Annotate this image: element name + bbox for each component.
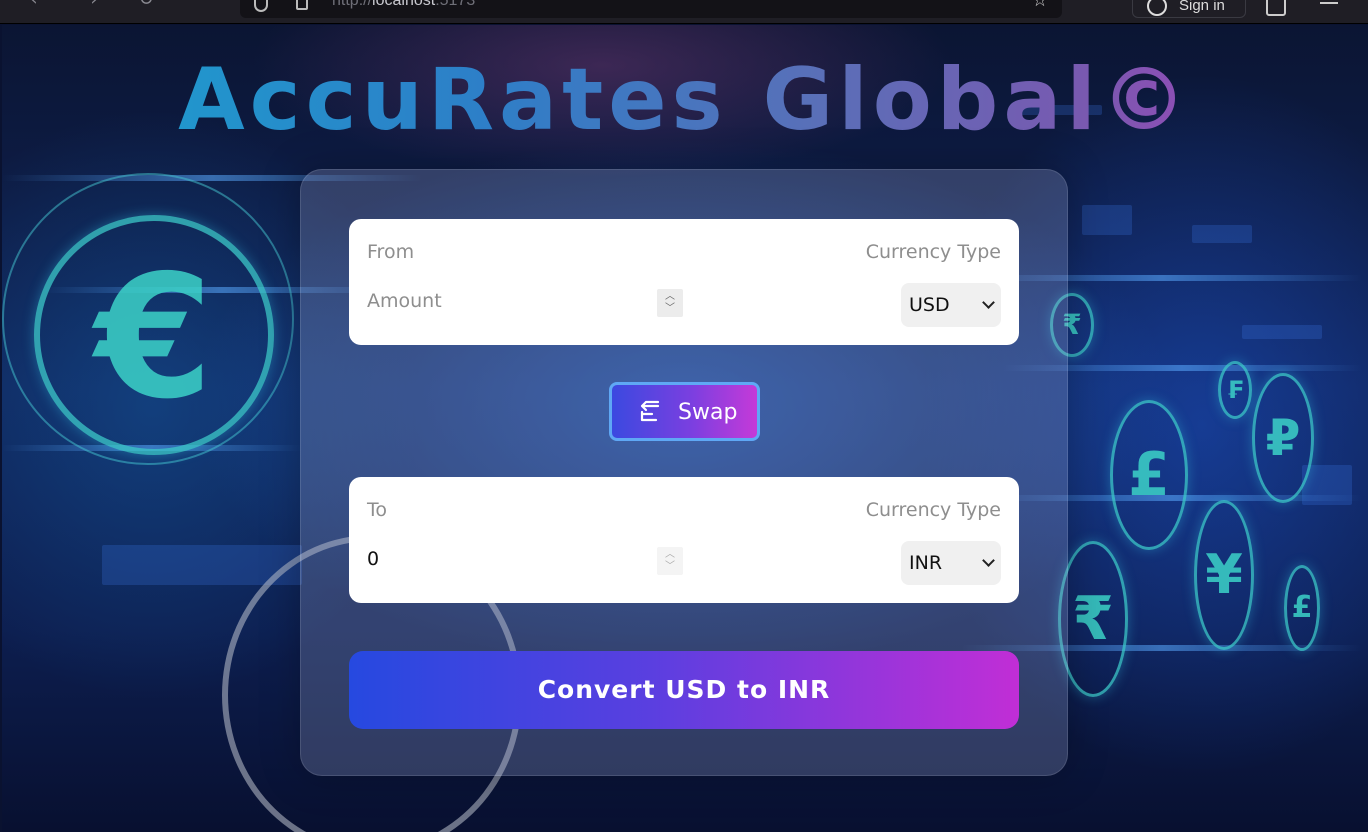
save-to-pocket-icon[interactable]: [1266, 0, 1286, 16]
deco-block: [1192, 225, 1252, 243]
from-currency-select[interactable]: USD: [901, 283, 1001, 327]
back-icon[interactable]: ‹: [24, 0, 44, 10]
deco-block: [1082, 205, 1132, 235]
to-amount-stepper[interactable]: ︿ ﹀: [657, 547, 683, 575]
tracking-shield-icon[interactable]: [254, 0, 268, 12]
chevron-down-icon: [982, 554, 995, 567]
swap-icon: [640, 400, 660, 422]
swap-button[interactable]: Swap: [609, 382, 760, 441]
bookmark-star-icon[interactable]: ☆: [1032, 0, 1048, 11]
to-currency-type-label: Currency Type: [865, 499, 1001, 521]
pound-coin-icon-small: £: [1284, 565, 1320, 651]
page-info-icon[interactable]: [296, 0, 308, 10]
app-title: AccuRates Global©: [2, 57, 1368, 143]
sign-in-button[interactable]: Sign in: [1132, 0, 1246, 18]
franc-coin-icon: ₣: [1218, 361, 1252, 419]
convert-button[interactable]: Convert USD to INR: [349, 651, 1019, 729]
from-currency-value: USD: [909, 294, 950, 316]
from-amount-stepper[interactable]: ︿ ﹀: [657, 289, 683, 317]
euro-coin-icon: €: [34, 215, 274, 455]
deco-block: [1242, 325, 1322, 339]
page-background: € ₹ ₣ ₽ £ ¥ ₹ £ AccuRates Global© From C…: [2, 25, 1368, 832]
to-currency-select[interactable]: INR: [901, 541, 1001, 585]
from-box: From Currency Type ︿﹀ USD: [349, 219, 1019, 345]
pound-coin-icon: £: [1110, 400, 1188, 550]
app-menu-icon[interactable]: [1320, 0, 1338, 4]
from-amount-input[interactable]: [367, 281, 667, 321]
yen-coin-icon: ¥: [1194, 500, 1254, 650]
reload-icon[interactable]: ↻: [136, 0, 156, 10]
converter-card: From Currency Type ︿﹀ USD Swap To Curren…: [300, 169, 1068, 776]
to-currency-value: INR: [909, 552, 943, 574]
ruble-coin-icon: ₽: [1252, 373, 1314, 503]
to-amount-input[interactable]: [367, 539, 667, 579]
rupee-coin-icon-large: ₹: [1058, 541, 1128, 697]
browser-toolbar: ‹ › ↻ http://localhost:5173 ☆ Sign in: [0, 0, 1368, 24]
swap-label: Swap: [678, 400, 738, 425]
from-currency-type-label: Currency Type: [865, 241, 1001, 263]
to-box: To Currency Type ︿﹀ INR: [349, 477, 1019, 603]
url-text: http://localhost:5173: [332, 0, 476, 9]
address-bar[interactable]: http://localhost:5173 ☆: [240, 0, 1062, 18]
to-label: To: [367, 499, 388, 521]
chevron-down-icon: [982, 296, 995, 309]
forward-icon[interactable]: ›: [84, 0, 104, 10]
from-label: From: [367, 241, 415, 263]
